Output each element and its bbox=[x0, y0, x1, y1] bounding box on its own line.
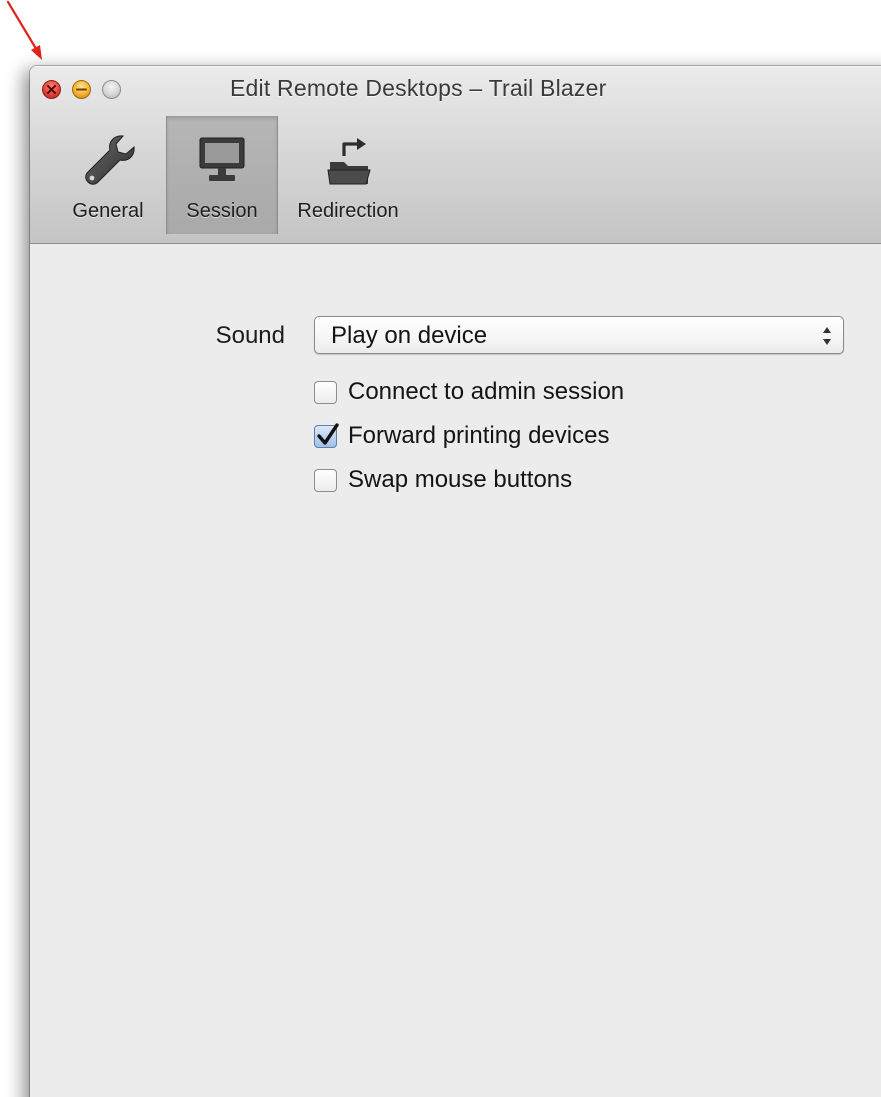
checkbox-row-forward-printing[interactable]: Forward printing devices bbox=[314, 414, 624, 458]
session-options: Connect to admin session Forward printin… bbox=[314, 370, 624, 502]
checkbox-label: Swap mouse buttons bbox=[348, 466, 573, 493]
up-down-arrows-icon bbox=[823, 327, 831, 345]
sound-selected-value: Play on device bbox=[331, 322, 488, 349]
swap-mouse-buttons-checkbox[interactable] bbox=[314, 468, 337, 492]
title-bar: Edit Remote Desktops – Trail Blazer Gene… bbox=[30, 66, 881, 244]
toolbar-item-session[interactable]: Session bbox=[166, 116, 278, 234]
window-title: Edit Remote Desktops – Trail Blazer bbox=[230, 75, 607, 101]
connect-admin-session-checkbox[interactable] bbox=[314, 380, 337, 404]
folder-redirect-icon bbox=[327, 138, 371, 185]
close-window-button[interactable] bbox=[42, 80, 61, 99]
window-controls bbox=[42, 80, 121, 99]
session-pane: Sound Play on device Connect to admin se… bbox=[30, 244, 881, 1097]
checkbox-label: Connect to admin session bbox=[348, 378, 625, 405]
minimize-dash-icon bbox=[76, 88, 87, 91]
checkbox-row-swap-mouse[interactable]: Swap mouse buttons bbox=[314, 458, 624, 502]
preferences-window: Edit Remote Desktops – Trail Blazer Gene… bbox=[30, 66, 881, 1097]
minimize-window-button[interactable] bbox=[72, 80, 91, 99]
preferences-toolbar: General Session Redirection bbox=[50, 116, 418, 234]
checkbox-label: Forward printing devices bbox=[348, 422, 610, 449]
wrench-icon bbox=[85, 135, 135, 185]
sound-popup-button[interactable]: Play on device bbox=[314, 316, 844, 354]
monitor-icon bbox=[199, 137, 245, 181]
toolbar-item-redirection[interactable]: Redirection bbox=[278, 116, 418, 234]
toolbar-item-label: Session bbox=[186, 200, 258, 222]
zoom-window-button[interactable] bbox=[102, 80, 121, 99]
forward-printing-checkbox[interactable] bbox=[314, 422, 339, 448]
sound-row: Sound Play on device bbox=[30, 316, 881, 356]
toolbar-item-label: General bbox=[72, 200, 144, 222]
toolbar-item-general[interactable]: General bbox=[50, 116, 166, 234]
checkmark-icon bbox=[317, 422, 339, 445]
screenshot-stage: Edit Remote Desktops – Trail Blazer Gene… bbox=[0, 0, 881, 1097]
checkbox-row-admin-session[interactable]: Connect to admin session bbox=[314, 370, 624, 414]
close-x-icon bbox=[47, 85, 56, 94]
annotation-arrow-icon bbox=[6, 0, 42, 60]
sound-label: Sound bbox=[215, 322, 285, 349]
toolbar-item-label: Redirection bbox=[297, 200, 399, 222]
